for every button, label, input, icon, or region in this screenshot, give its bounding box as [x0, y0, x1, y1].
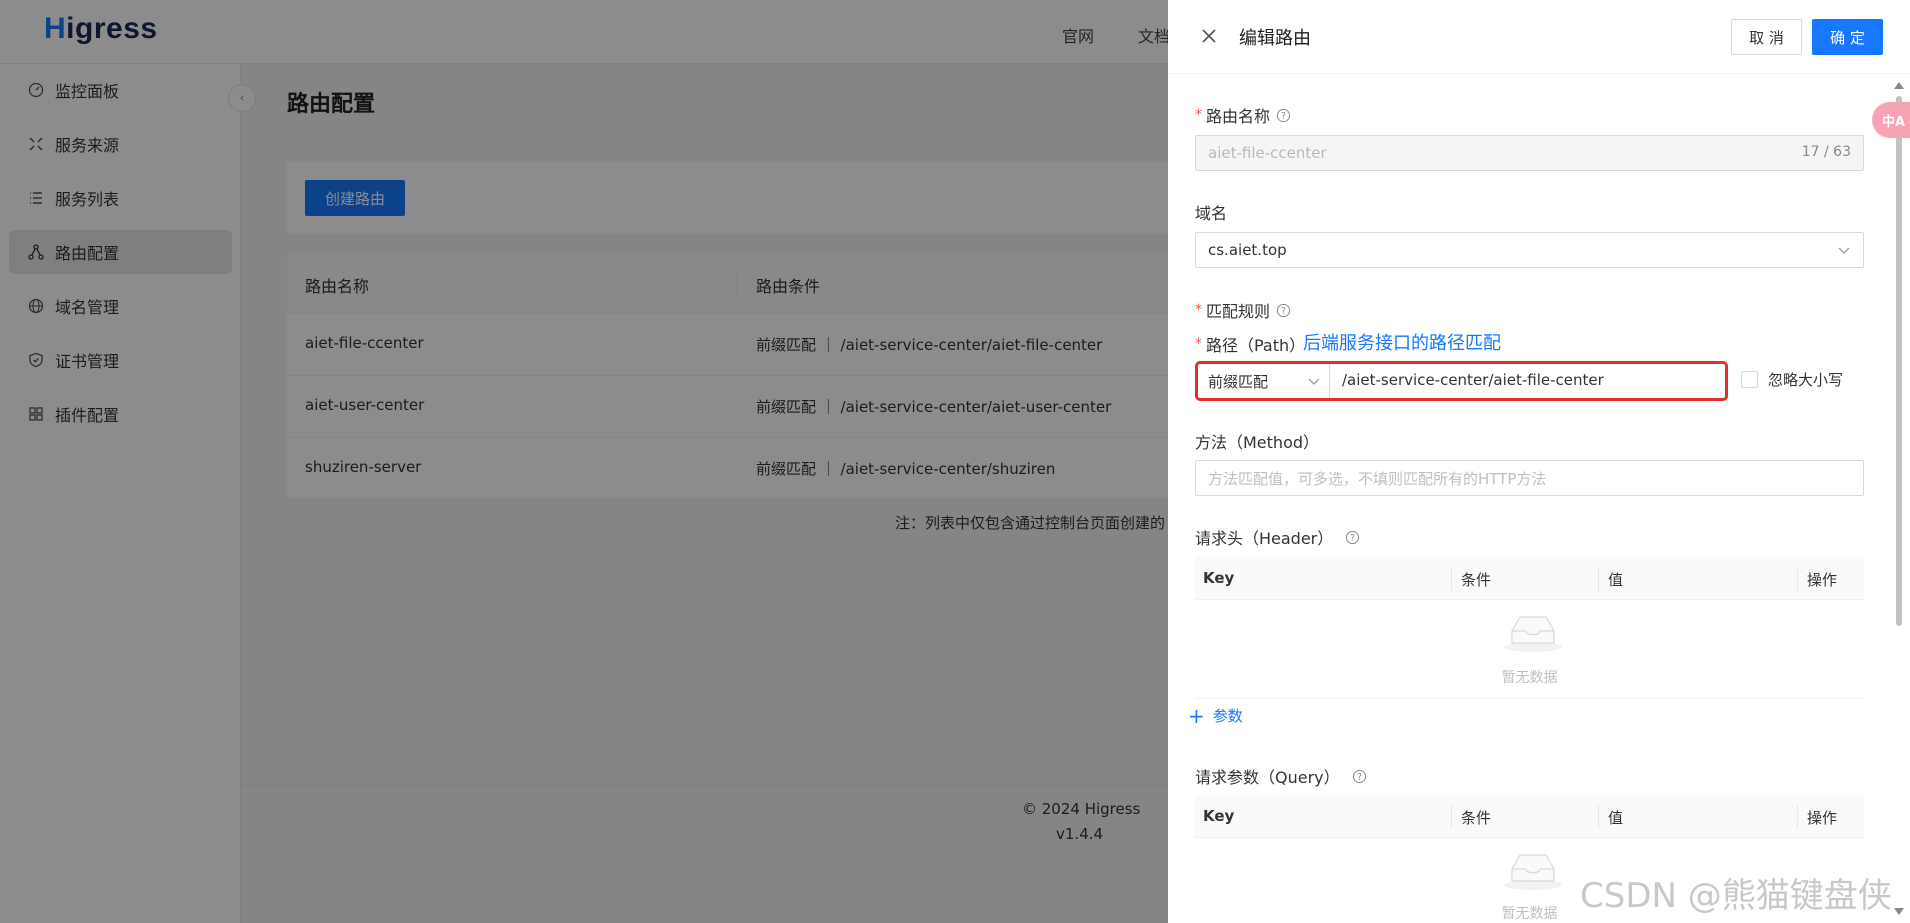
required-mark: * — [1195, 107, 1202, 123]
cancel-button[interactable]: 取 消 — [1731, 19, 1802, 55]
svg-text:?: ? — [1350, 532, 1355, 543]
required-mark: * — [1195, 336, 1202, 352]
column-divider — [1797, 567, 1798, 591]
path-value-input[interactable]: /aiet-service-center/aiet-file-center — [1342, 371, 1604, 389]
route-name-input: aiet-file-ccenter 17 / 63 — [1195, 135, 1864, 171]
svg-text:?: ? — [1281, 305, 1286, 316]
help-icon[interactable]: ? — [1276, 108, 1291, 123]
query-label: 请求参数（Query） ? — [1195, 764, 1367, 788]
close-icon[interactable] — [1200, 27, 1218, 45]
help-icon[interactable]: ? — [1345, 530, 1360, 545]
query-table-head: Key 条件 值 操作 — [1195, 795, 1864, 838]
empty-inbox-icon — [1504, 854, 1562, 890]
scroll-down-arrow[interactable] — [1894, 908, 1904, 915]
column-divider — [1598, 805, 1599, 829]
column-header-key: Key — [1203, 569, 1235, 587]
scroll-thumb[interactable] — [1896, 96, 1902, 626]
column-divider — [1451, 567, 1452, 591]
svg-text:?: ? — [1281, 110, 1286, 121]
column-header-value: 值 — [1608, 809, 1624, 827]
table-bottom-border — [1195, 698, 1864, 699]
route-name-label: * 路由名称 ? — [1195, 103, 1291, 127]
edit-route-drawer: 编辑路由 取 消 确 定 * 路由名称 ? aiet-file-ccenter … — [1168, 0, 1910, 923]
char-count: 17 / 63 — [1801, 144, 1851, 160]
path-highlight-box: 前缀匹配 /aiet-service-center/aiet-file-cent… — [1195, 361, 1728, 401]
path-match-type-select[interactable]: 前缀匹配 — [1198, 364, 1330, 398]
drawer-scrollbar[interactable] — [1894, 82, 1904, 917]
header-table-head: Key 条件 值 操作 — [1195, 557, 1864, 600]
translate-icon[interactable]: 中A — [1872, 102, 1910, 138]
match-rules-label: * 匹配规则 ? — [1195, 298, 1291, 322]
ignore-case-label[interactable]: 忽略大小写 — [1768, 369, 1843, 390]
domain-label: 域名 — [1195, 204, 1228, 223]
scroll-up-arrow[interactable] — [1894, 82, 1904, 89]
ignore-case-checkbox[interactable] — [1741, 371, 1758, 388]
column-header-value: 值 — [1608, 571, 1624, 589]
header-table: Key 条件 值 操作 暂无数据 — [1195, 557, 1864, 707]
svg-text:?: ? — [1357, 771, 1362, 782]
column-header-key: Key — [1203, 807, 1235, 825]
confirm-button[interactable]: 确 定 — [1812, 19, 1883, 55]
path-label: * 路径（Path） — [1195, 336, 1306, 355]
empty-inbox-icon — [1504, 616, 1562, 652]
column-header-action: 操作 — [1807, 809, 1838, 827]
method-label: 方法（Method） — [1195, 433, 1320, 452]
help-icon[interactable]: ? — [1276, 303, 1291, 318]
column-divider — [1598, 567, 1599, 591]
column-divider — [1797, 805, 1798, 829]
chevron-down-icon — [1838, 247, 1850, 254]
empty-text: 暂无数据 — [1501, 670, 1558, 686]
chevron-down-icon — [1308, 378, 1320, 385]
drawer-title: 编辑路由 — [1239, 28, 1311, 49]
add-header-param-button[interactable]: + 参数 — [1188, 705, 1243, 726]
help-icon[interactable]: ? — [1352, 769, 1367, 784]
drawer-header: 编辑路由 取 消 确 定 — [1168, 0, 1910, 74]
watermark: CSDN @熊猫键盘侠 — [1580, 876, 1892, 916]
required-mark: * — [1195, 302, 1202, 318]
domain-select[interactable]: cs.aiet.top — [1195, 232, 1864, 268]
column-header-condition: 条件 — [1461, 571, 1492, 589]
method-select[interactable]: 方法匹配值，可多选，不填则匹配所有的HTTP方法 — [1195, 460, 1864, 496]
path-annotation: 后端服务接口的路径匹配 — [1303, 333, 1501, 354]
header-label: 请求头（Header） ? — [1195, 525, 1360, 549]
column-header-action: 操作 — [1807, 571, 1838, 589]
column-header-condition: 条件 — [1461, 809, 1492, 827]
plus-icon: + — [1188, 703, 1205, 728]
column-divider — [1451, 805, 1452, 829]
